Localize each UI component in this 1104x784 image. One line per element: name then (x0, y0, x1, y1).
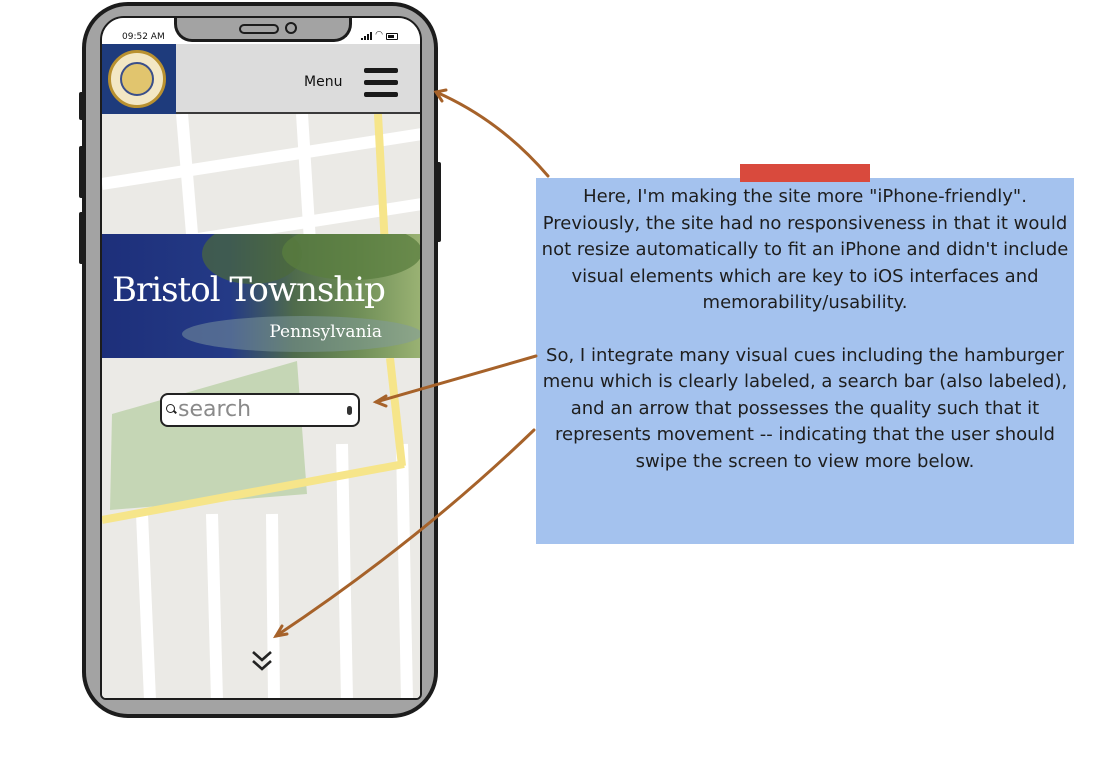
arrow-to-chevron (274, 428, 536, 638)
arrow-to-menu (434, 90, 550, 178)
annotation-arrows (273, 88, 550, 639)
arrow-to-search (374, 354, 538, 404)
